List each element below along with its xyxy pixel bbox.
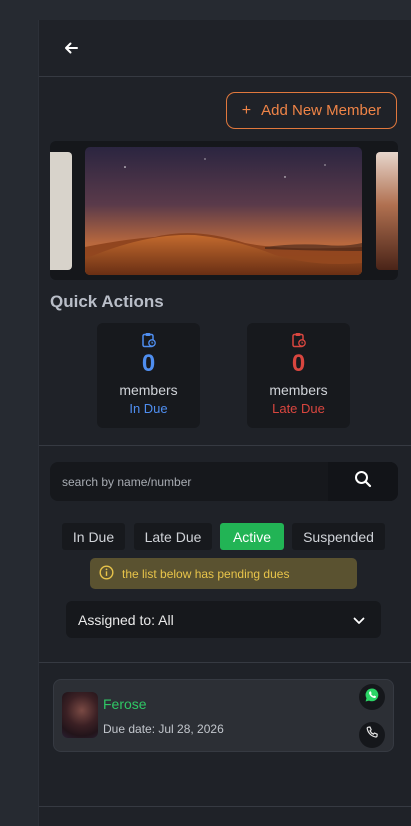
clipboard-clock-icon <box>291 332 306 348</box>
in-due-members-label: members <box>119 382 178 398</box>
assigned-to-label: Assigned to: All <box>78 611 174 628</box>
late-due-card[interactable]: 0 members Late Due <box>247 323 350 428</box>
arrow-left-icon[interactable] <box>61 38 81 58</box>
tab-in-due[interactable]: In Due <box>62 523 125 550</box>
member-card[interactable]: Ferose Due date: Jul 28, 2026 <box>53 679 394 752</box>
in-due-count: 0 <box>141 350 156 377</box>
assigned-to-dropdown[interactable]: Assigned to: All <box>66 601 381 638</box>
search-icon <box>354 470 372 493</box>
image-carousel[interactable] <box>50 141 398 280</box>
status-filter-tabs: In Due Late Due Active Suspended <box>39 523 411 550</box>
phone-icon <box>365 725 379 745</box>
tab-active[interactable]: Active <box>220 523 284 550</box>
pending-dues-notice: the list below has pending dues <box>90 558 357 589</box>
avatar <box>62 692 98 738</box>
notice-text: the list below has pending dues <box>122 566 290 581</box>
section-divider <box>39 445 411 446</box>
chevron-down-icon <box>353 612 365 628</box>
whatsapp-icon <box>364 687 380 708</box>
late-due-count: 0 <box>291 350 306 377</box>
late-due-status: Late Due <box>272 401 325 416</box>
top-bar <box>39 20 411 77</box>
tab-late-due[interactable]: Late Due <box>134 523 212 550</box>
tab-suspended[interactable]: Suspended <box>292 523 385 550</box>
late-due-members-label: members <box>269 382 328 398</box>
whatsapp-button[interactable] <box>359 684 385 710</box>
section-divider <box>39 806 411 807</box>
carousel-slide-current[interactable] <box>85 147 362 275</box>
search-input[interactable] <box>50 462 328 501</box>
section-divider <box>39 662 411 663</box>
info-icon <box>99 564 114 583</box>
add-new-member-label: Add New Member <box>261 102 382 119</box>
plus-icon: + <box>241 101 252 119</box>
search-button[interactable] <box>328 462 398 501</box>
left-gutter <box>0 0 38 826</box>
carousel-slide-prev[interactable] <box>50 152 72 270</box>
call-button[interactable] <box>359 722 385 748</box>
add-new-member-button[interactable]: + Add New Member <box>226 92 397 129</box>
search-bar <box>50 462 398 501</box>
clipboard-clock-icon <box>141 332 156 348</box>
in-due-card[interactable]: 0 members In Due <box>97 323 200 428</box>
main-panel: + Add New Member Quick Actions 0 members… <box>38 20 411 826</box>
member-name[interactable]: Ferose <box>103 696 147 712</box>
member-due-date: Due date: Jul 28, 2026 <box>103 722 224 736</box>
quick-actions-title: Quick Actions <box>50 292 164 311</box>
in-due-status: In Due <box>129 401 168 416</box>
carousel-slide-next[interactable] <box>376 152 398 270</box>
